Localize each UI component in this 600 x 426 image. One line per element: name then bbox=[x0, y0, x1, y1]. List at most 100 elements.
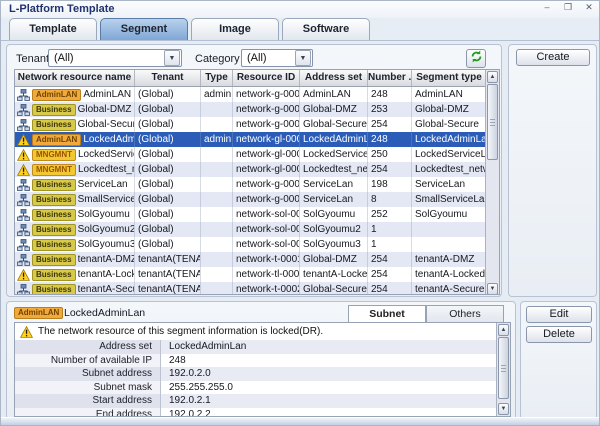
chevron-down-icon[interactable]: ▼ bbox=[295, 50, 311, 66]
table-row[interactable]: BusinessServiceLan(Global)network-g-0002… bbox=[15, 177, 499, 192]
scroll-down-icon[interactable]: ▼ bbox=[487, 283, 498, 295]
create-panel: Create bbox=[508, 44, 597, 297]
column-header[interactable]: Number ... bbox=[368, 70, 412, 86]
tenant-cell: tenantA(TENANT... bbox=[135, 252, 201, 267]
address-set-cell: LockedAdminLan bbox=[300, 132, 368, 147]
detail-field-label: End address bbox=[15, 408, 161, 418]
create-button[interactable]: Create bbox=[516, 49, 590, 66]
tenant-cell: (Global) bbox=[135, 102, 201, 117]
resource-id-cell: network-g-0004 bbox=[233, 102, 300, 117]
type-cell bbox=[201, 102, 233, 117]
table-row[interactable]: MNGMNTLockedServiceLan(Global)network-gl… bbox=[15, 147, 499, 162]
column-header[interactable]: Resource ID bbox=[233, 70, 300, 86]
resource-name: Lockedtest_network bbox=[78, 162, 134, 177]
table-scrollbar-thumb[interactable] bbox=[487, 84, 498, 160]
table-row[interactable]: MNGMNTLockedtest_network(Global)network-… bbox=[15, 162, 499, 177]
table-row[interactable]: BusinesstenantA-LockedSecuretenantA(TENA… bbox=[15, 267, 499, 282]
network-segment-icon bbox=[17, 104, 30, 116]
tab-template[interactable]: Template bbox=[9, 18, 97, 40]
resource-id-cell: network-gl-0002 bbox=[233, 147, 300, 162]
segment-type-cell: AdminLAN bbox=[412, 87, 487, 102]
column-header[interactable]: Address set bbox=[300, 70, 368, 86]
detail-field-value: 192.0.2.0 bbox=[161, 367, 510, 381]
detail-field-row: Subnet address192.0.2.0 bbox=[15, 367, 510, 381]
table-row[interactable]: BusinessSolGyoumu2(Global)network-sol-00… bbox=[15, 222, 499, 237]
category-filter-label: Category bbox=[195, 53, 240, 65]
table-header-row: Network resource nameTenantTypeResource … bbox=[15, 70, 499, 87]
minimize-icon[interactable]: – bbox=[541, 2, 553, 13]
edit-button[interactable]: Edit bbox=[526, 306, 592, 323]
table-row[interactable]: BusinessSolGyoumu3(Global)network-sol-00… bbox=[15, 237, 499, 252]
tab-image[interactable]: Image bbox=[191, 18, 279, 40]
segment-type-cell: Global-DMZ bbox=[412, 102, 487, 117]
type-cell bbox=[201, 252, 233, 267]
scroll-down-icon[interactable]: ▼ bbox=[498, 403, 509, 415]
table-row[interactable]: BusinessGlobal-Secure(Global)network-g-0… bbox=[15, 117, 499, 132]
table-row[interactable]: AdminLANLockedAdminLan(Global)adminnetwo… bbox=[15, 132, 499, 147]
number-cell: 252 bbox=[368, 207, 412, 222]
column-header[interactable]: Type bbox=[201, 70, 233, 86]
address-set-cell: Global-Secure bbox=[300, 117, 368, 132]
tab-page-content: Tenant (All) ▼ Category (All) ▼ Network … bbox=[1, 40, 600, 419]
detail-tab-others[interactable]: Others bbox=[426, 305, 504, 323]
subnet-detail-box: The network resource of this segment inf… bbox=[14, 322, 511, 417]
detail-field-row: Subnet mask255.255.255.0 bbox=[15, 381, 510, 395]
segment-type-cell: SmallServiceLan bbox=[412, 192, 487, 207]
tenant-cell: (Global) bbox=[135, 117, 201, 132]
table-row[interactable]: BusinessSmallServiceLan(Global)network-g… bbox=[15, 192, 499, 207]
column-header[interactable]: Tenant bbox=[135, 70, 201, 86]
table-row[interactable]: BusinessGlobal-DMZ(Global)network-g-0004… bbox=[15, 102, 499, 117]
detail-field-value: 192.0.2.2 bbox=[161, 408, 510, 418]
tenant-cell: (Global) bbox=[135, 162, 201, 177]
refresh-button[interactable] bbox=[466, 49, 486, 68]
tenant-cell: (Global) bbox=[135, 147, 201, 162]
detail-scrollbar[interactable]: ▲ ▼ bbox=[496, 323, 510, 416]
close-icon[interactable]: ✕ bbox=[583, 2, 595, 13]
number-cell: 1 bbox=[368, 237, 412, 252]
scroll-up-icon[interactable]: ▲ bbox=[487, 71, 498, 83]
scroll-up-icon[interactable]: ▲ bbox=[498, 324, 509, 336]
table-row[interactable]: BusinesstenantA-SecuretenantA(TENANT...n… bbox=[15, 282, 499, 295]
table-row[interactable]: BusinesstenantA-DMZtenantA(TENANT...netw… bbox=[15, 252, 499, 267]
category-badge: Business bbox=[32, 179, 76, 191]
table-row[interactable]: BusinessSolGyoumu(Global)network-sol-000… bbox=[15, 207, 499, 222]
column-header[interactable]: Segment type bbox=[412, 70, 487, 86]
number-cell: 8 bbox=[368, 192, 412, 207]
category-filter-select[interactable]: (All) ▼ bbox=[241, 49, 313, 67]
detail-scrollbar-thumb[interactable] bbox=[498, 337, 509, 399]
detail-tab-bar: SubnetOthers bbox=[348, 305, 504, 323]
resource-name-cell: BusinessGlobal-DMZ bbox=[15, 102, 135, 117]
detail-field-row: Number of available IP addresses248 bbox=[15, 354, 510, 368]
network-segment-icon bbox=[17, 224, 30, 236]
table-row[interactable]: AdminLANAdminLAN(Global)adminnetwork-g-0… bbox=[15, 87, 499, 102]
resource-name: SolGyoumu bbox=[78, 207, 130, 222]
network-resource-table: Network resource nameTenantTypeResource … bbox=[14, 69, 500, 295]
tenant-cell: tenantA(TENANT... bbox=[135, 282, 201, 295]
network-segment-icon bbox=[17, 254, 30, 266]
tenant-filter-select[interactable]: (All) ▼ bbox=[48, 49, 182, 67]
category-badge: Business bbox=[32, 209, 76, 221]
chevron-down-icon[interactable]: ▼ bbox=[164, 50, 180, 66]
table-scrollbar[interactable]: ▲ ▼ bbox=[485, 70, 499, 295]
segment-type-cell: Lockedtest_network bbox=[412, 162, 487, 177]
network-segment-icon bbox=[17, 89, 30, 101]
resource-id-cell: network-g-0002 bbox=[233, 177, 300, 192]
type-cell bbox=[201, 177, 233, 192]
tenant-cell: (Global) bbox=[135, 87, 201, 102]
tab-segment[interactable]: Segment bbox=[100, 18, 188, 40]
detail-tab-subnet[interactable]: Subnet bbox=[348, 305, 426, 323]
detail-field-value: 255.255.255.0 bbox=[161, 381, 510, 395]
detail-segment-name: LockedAdminLan bbox=[64, 307, 145, 319]
restore-icon[interactable]: ❐ bbox=[562, 2, 574, 13]
type-cell bbox=[201, 282, 233, 295]
column-header[interactable]: Network resource name bbox=[15, 70, 135, 86]
detail-field-value: 192.0.2.1 bbox=[161, 394, 510, 408]
resource-name-cell: BusinessSolGyoumu bbox=[15, 207, 135, 222]
tenant-cell: (Global) bbox=[135, 222, 201, 237]
tab-software[interactable]: Software bbox=[282, 18, 370, 40]
category-badge: Business bbox=[32, 104, 76, 116]
resource-name-cell: BusinessServiceLan bbox=[15, 177, 135, 192]
delete-button[interactable]: Delete bbox=[526, 326, 592, 343]
resource-name: Global-Secure bbox=[78, 117, 134, 132]
resource-name-cell: AdminLANLockedAdminLan bbox=[15, 132, 135, 147]
